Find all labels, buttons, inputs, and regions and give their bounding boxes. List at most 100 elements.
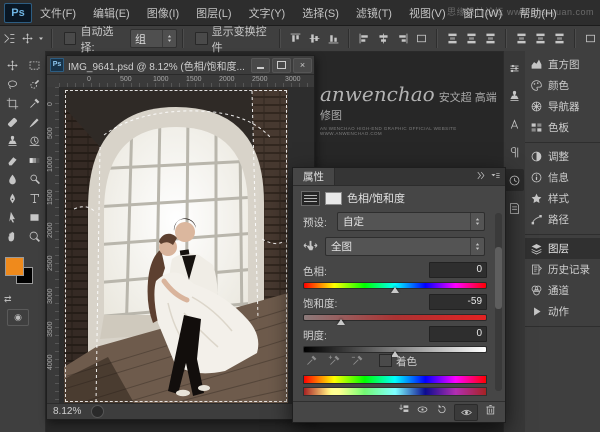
marquee-tool[interactable] <box>23 56 45 75</box>
crop-tool[interactable] <box>1 94 23 113</box>
panel-navigator[interactable]: 导航器 <box>525 96 600 117</box>
chevron-down-icon[interactable] <box>37 30 45 47</box>
hue-value[interactable]: 0 <box>429 262 487 278</box>
lasso-tool[interactable] <box>1 75 23 94</box>
healing-brush-tool[interactable] <box>1 113 23 132</box>
move-tool[interactable] <box>1 56 23 75</box>
menu-item[interactable]: 选择(S) <box>302 5 339 21</box>
zoom-tool[interactable] <box>23 227 45 246</box>
align-middle-icon[interactable] <box>306 30 323 47</box>
panel-styles[interactable]: 样式 <box>525 188 600 209</box>
view-previous-state-icon[interactable] <box>416 403 429 421</box>
delete-adjustment-icon[interactable] <box>484 403 497 421</box>
align-right-icon[interactable] <box>394 30 411 47</box>
dist-top-icon[interactable] <box>444 30 461 47</box>
panel-adjustments[interactable]: 调整 <box>525 146 600 167</box>
pen-tool[interactable] <box>1 189 23 208</box>
align-top-icon[interactable] <box>287 30 304 47</box>
panel-actions[interactable]: 动作 <box>525 301 600 322</box>
path-selection-tool[interactable] <box>1 208 23 227</box>
layer-visibility-button[interactable] <box>454 404 478 421</box>
hue-slider[interactable] <box>303 282 487 289</box>
hue-slider-handle[interactable] <box>391 287 399 293</box>
menu-item[interactable]: 文字(Y) <box>249 5 286 21</box>
dodge-tool[interactable] <box>23 170 45 189</box>
hand-tool[interactable] <box>1 227 23 246</box>
lightness-slider[interactable] <box>303 346 487 353</box>
panel-menu-icon[interactable] <box>490 168 501 186</box>
colorize-checkbox[interactable] <box>379 354 392 367</box>
collapse-panel-icon[interactable] <box>475 168 486 186</box>
collapsed-panel-notes-icon[interactable] <box>505 197 524 219</box>
collapsed-panel-paragraph-icon[interactable] <box>505 141 524 163</box>
panel-histogram[interactable]: 直方图 <box>525 54 600 75</box>
tab-properties[interactable]: 属性 <box>293 168 335 185</box>
channel-dropdown[interactable]: 全图 <box>325 237 485 256</box>
panel-channels[interactable]: 通道 <box>525 280 600 301</box>
history-brush-tool[interactable] <box>23 132 45 151</box>
status-icon[interactable] <box>91 405 104 418</box>
clip-to-layer-icon[interactable] <box>397 403 410 421</box>
document-title-bar[interactable]: Ps IMG_9641.psd @ 8.12% (色相/饱和度... × <box>47 56 314 75</box>
panel-swatches[interactable]: 色板 <box>525 117 600 138</box>
panel-info[interactable]: 信息 <box>525 167 600 188</box>
eyedropper-sample-icon[interactable] <box>303 353 319 368</box>
auto-align-icon[interactable] <box>582 30 599 47</box>
quick-mask-button[interactable]: ◉ <box>7 309 29 326</box>
gradient-tool[interactable] <box>23 151 45 170</box>
clone-stamp-tool[interactable] <box>1 132 23 151</box>
align-left-icon[interactable] <box>356 30 373 47</box>
dist-right-icon[interactable] <box>551 30 568 47</box>
preset-dropdown[interactable]: 自定 <box>337 212 485 231</box>
reset-adjustment-icon[interactable] <box>435 403 448 421</box>
panel-history[interactable]: 历史记录 <box>525 259 600 280</box>
maximize-button[interactable] <box>272 58 291 73</box>
align-center-icon[interactable] <box>375 30 392 47</box>
swap-colors-icon[interactable]: ⇄ <box>4 294 12 305</box>
quick-selection-tool[interactable] <box>23 75 45 94</box>
photo-canvas[interactable] <box>64 89 288 403</box>
menu-item[interactable]: 视图(V) <box>409 5 446 21</box>
menu-item[interactable]: 图像(I) <box>147 5 179 21</box>
collapsed-panel-timeline-icon[interactable] <box>505 169 524 191</box>
shape-tool[interactable] <box>23 208 45 227</box>
dist-middle-icon[interactable] <box>463 30 480 47</box>
menu-item[interactable]: 文件(F) <box>40 5 76 21</box>
align-edges-icon[interactable] <box>413 30 430 47</box>
panel-paths[interactable]: 路径 <box>525 209 600 230</box>
panel-scrollbar[interactable] <box>495 213 502 391</box>
saturation-value[interactable]: -59 <box>429 294 487 310</box>
dist-left-icon[interactable] <box>513 30 530 47</box>
minimize-button[interactable] <box>251 58 270 73</box>
eyedropper-subtract-icon[interactable] <box>349 353 365 368</box>
menu-item[interactable]: 图层(L) <box>196 5 231 21</box>
type-tool[interactable] <box>23 189 45 208</box>
zoom-level[interactable]: 8.12% <box>53 406 81 417</box>
brush-tool[interactable] <box>23 113 45 132</box>
auto-select-dropdown[interactable]: 组 <box>130 29 177 48</box>
eyedropper-add-icon[interactable] <box>326 353 342 368</box>
mask-thumbnail[interactable] <box>325 192 342 205</box>
menu-item[interactable]: 编辑(E) <box>93 5 130 21</box>
collapsed-panel-character-icon[interactable] <box>505 113 524 135</box>
lightness-value[interactable]: 0 <box>429 326 487 342</box>
dist-bottom-icon[interactable] <box>482 30 499 47</box>
dist-center-icon[interactable] <box>532 30 549 47</box>
eraser-tool[interactable] <box>1 151 23 170</box>
show-transform-checkbox[interactable] <box>195 32 207 45</box>
align-bottom-icon[interactable] <box>325 30 342 47</box>
menu-item[interactable]: 滤镜(T) <box>356 5 392 21</box>
collapsed-panel-clone-source-icon[interactable] <box>505 85 524 107</box>
tool-preset-icon[interactable] <box>1 30 17 47</box>
targeted-adjustment-icon[interactable] <box>303 238 318 258</box>
scrollbar-thumb[interactable] <box>495 247 502 309</box>
close-button[interactable]: × <box>293 58 312 73</box>
canvas-viewport[interactable] <box>59 87 314 404</box>
panel-layers[interactable]: 图层 <box>525 238 600 259</box>
collapsed-panel-properties-icon[interactable] <box>505 57 524 79</box>
saturation-slider-handle[interactable] <box>337 319 345 325</box>
eyedropper-tool[interactable] <box>23 94 45 113</box>
blur-tool[interactable] <box>1 170 23 189</box>
foreground-color-swatch[interactable] <box>5 257 24 276</box>
saturation-slider[interactable] <box>303 314 487 321</box>
